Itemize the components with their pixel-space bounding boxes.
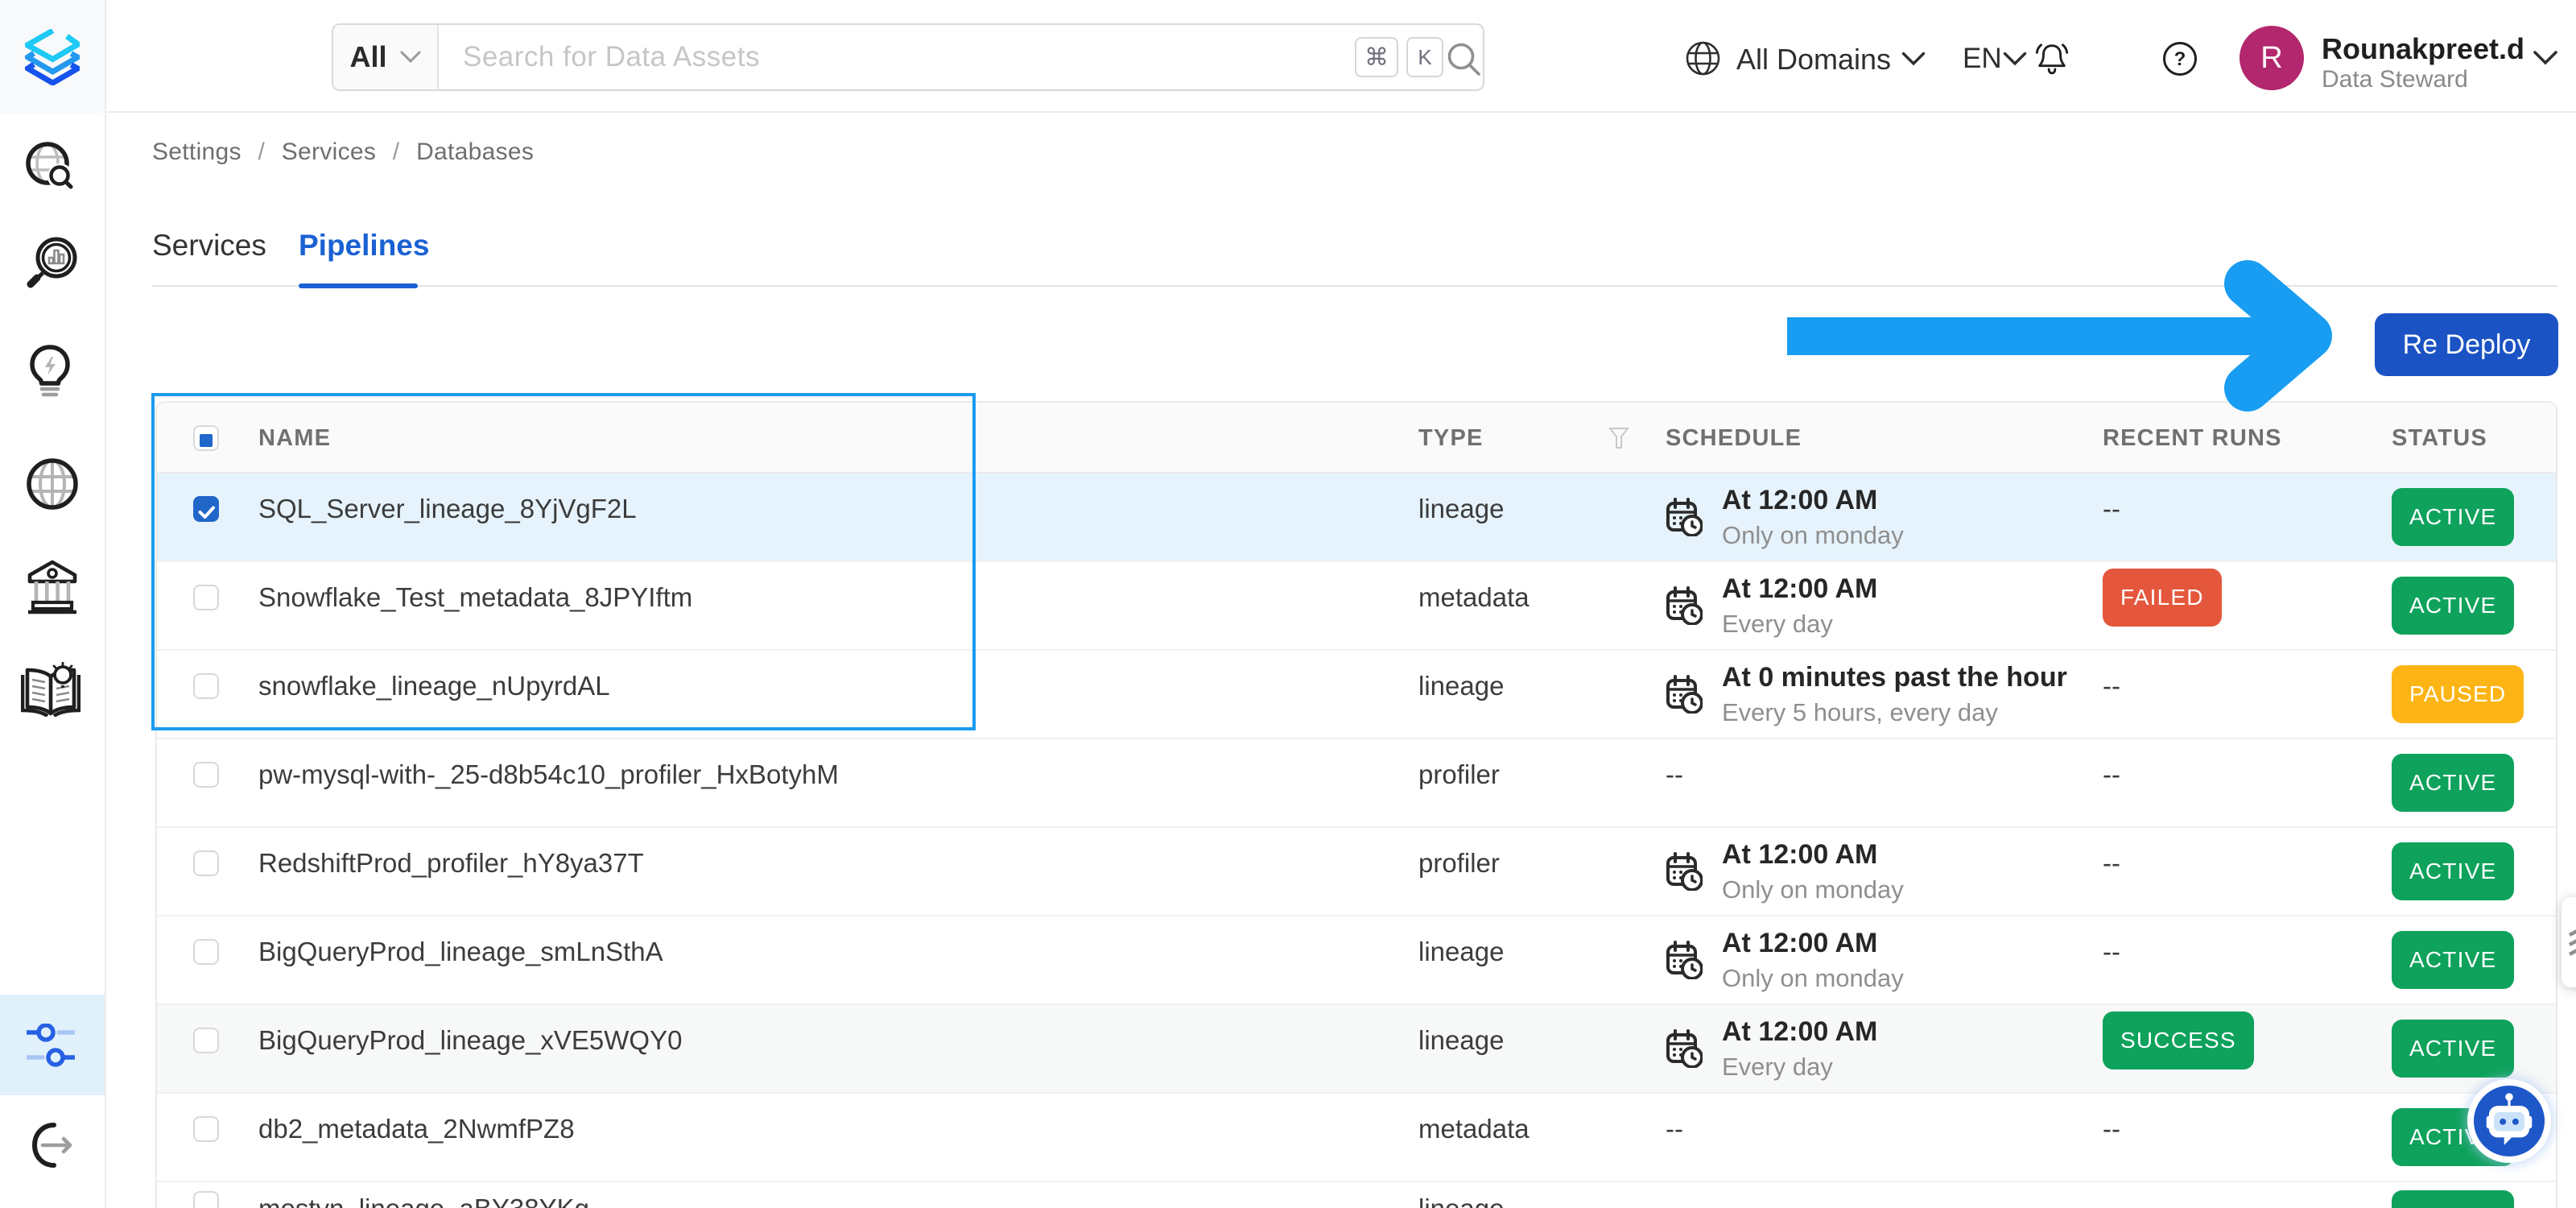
svg-text:?: ? bbox=[2174, 48, 2186, 70]
